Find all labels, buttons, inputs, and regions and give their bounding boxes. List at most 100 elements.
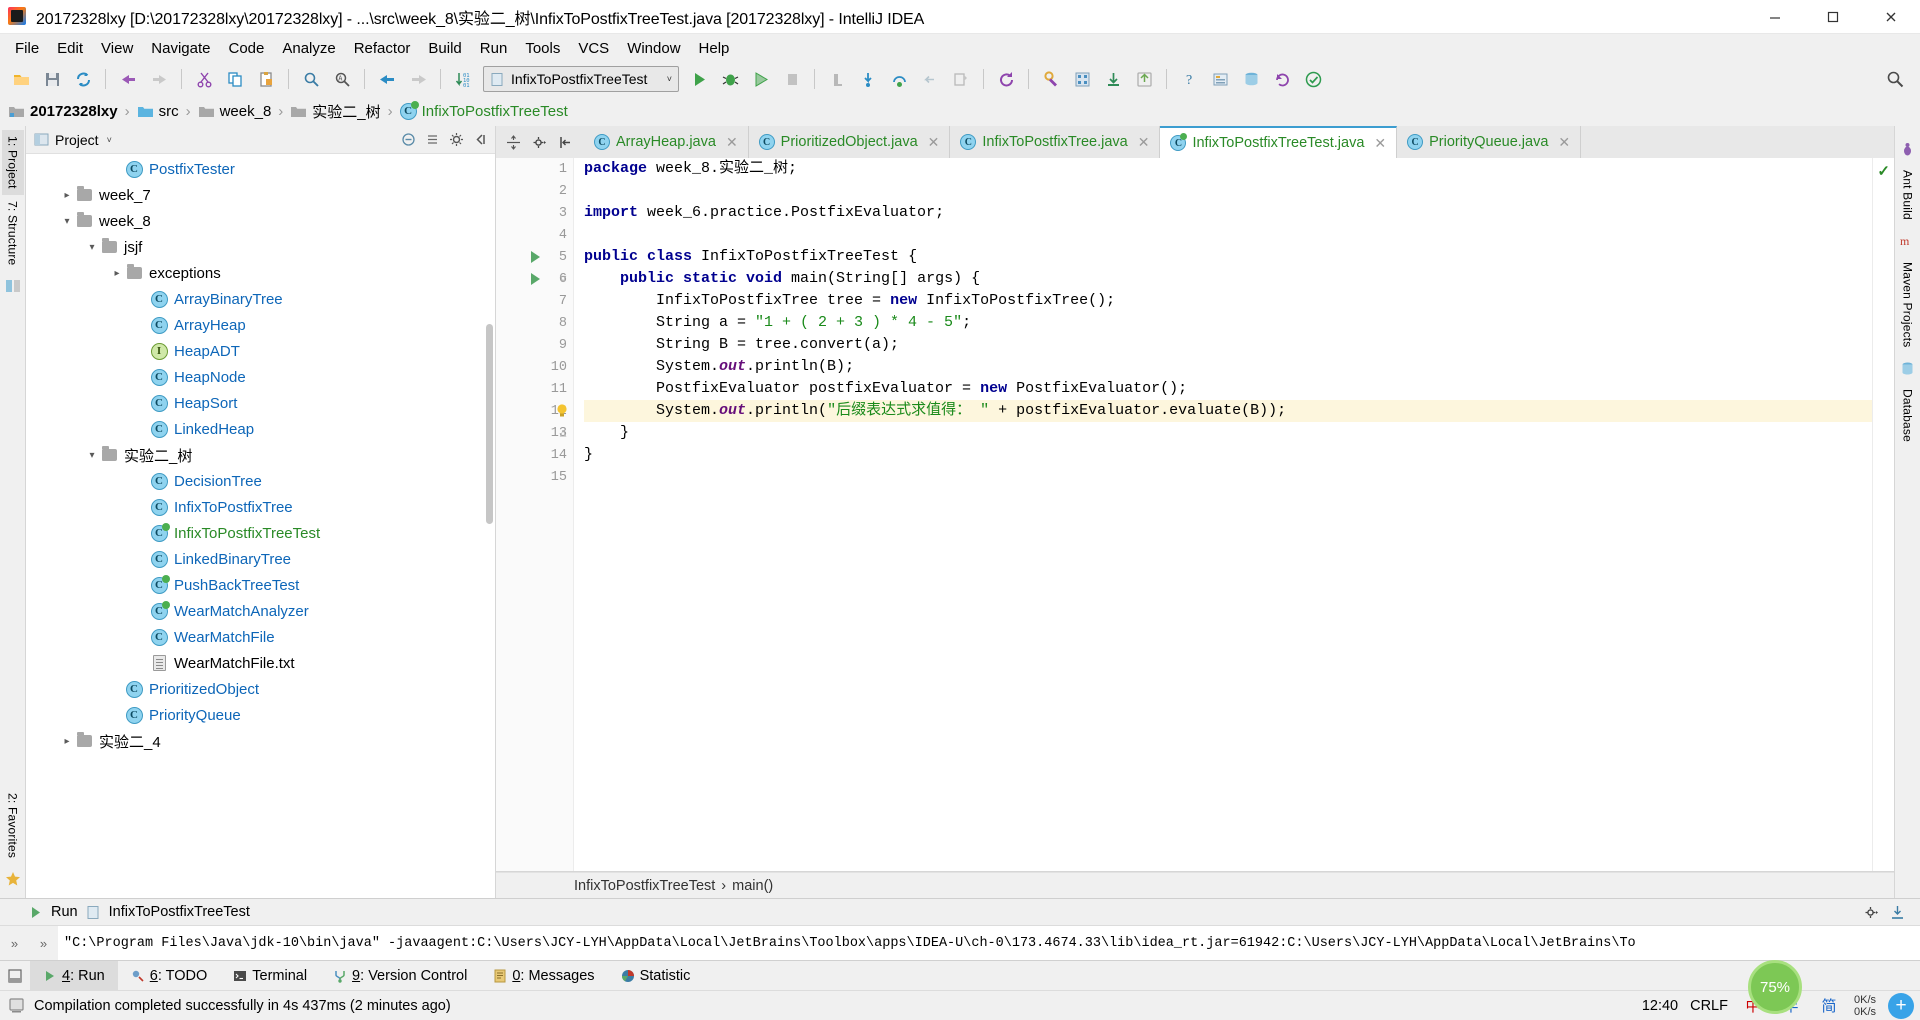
settings-icon[interactable] <box>1205 65 1235 93</box>
bottom-tab-version-control[interactable]: 9: Version Control <box>320 961 480 990</box>
close-icon[interactable]: ✕ <box>1558 134 1570 151</box>
tree-node[interactable]: WearMatchFile.txt <box>26 650 495 676</box>
rail-tab-structure[interactable]: 7: Structure <box>2 195 24 271</box>
tree-node[interactable]: C ArrayBinaryTree <box>26 286 495 312</box>
code-line[interactable]: System.out.println(B); <box>584 356 1894 378</box>
code-line[interactable]: public static void main(String[] args) { <box>584 268 1894 290</box>
menu-tools[interactable]: Tools <box>516 37 569 60</box>
menu-analyze[interactable]: Analyze <box>273 37 344 60</box>
coverage-icon[interactable] <box>746 65 776 93</box>
chevron-down-icon[interactable]: ▾ <box>84 447 100 463</box>
close-icon[interactable]: ✕ <box>726 134 738 151</box>
rail-tab-database[interactable]: Database <box>1897 383 1919 448</box>
editor-breadcrumb-class[interactable]: InfixToPostfixTreeTest <box>574 878 715 894</box>
chevron-down-icon[interactable]: ˅ <box>107 135 112 145</box>
rerun-icon[interactable] <box>991 65 1021 93</box>
expand-chevron-icon-2[interactable]: » <box>40 936 47 951</box>
menu-navigate[interactable]: Navigate <box>142 37 219 60</box>
code-fold-icon[interactable]: ▽ <box>556 268 570 290</box>
bottom-tab-run[interactable]: 4: Run <box>30 961 118 990</box>
code-line[interactable]: PostfixEvaluator postfixEvaluator = new … <box>584 378 1894 400</box>
chevron-down-icon[interactable]: ▾ <box>59 213 75 229</box>
code-editor[interactable]: 123456▽78910111213△1415 package week_8.实… <box>496 158 1894 872</box>
tree-node[interactable]: C WearMatchAnalyzer <box>26 598 495 624</box>
code-line[interactable] <box>584 224 1894 246</box>
tree-node[interactable]: C InfixToPostfixTree <box>26 494 495 520</box>
evaluate-icon[interactable] <box>946 65 976 93</box>
editor-tab[interactable]: C PrioritizedObject.java ✕ <box>748 126 951 158</box>
rail-tab-project[interactable]: 1: Project <box>1 130 24 195</box>
editor-settings-gear-icon[interactable] <box>528 131 550 153</box>
favorites-star-icon[interactable] <box>4 870 22 888</box>
editor-tab[interactable]: C InfixToPostfixTree.java ✕ <box>950 126 1161 158</box>
tree-node[interactable]: C HeapSort <box>26 390 495 416</box>
run-icon[interactable] <box>684 65 714 93</box>
bottom-tab-todo[interactable]: 6: TODO <box>118 961 221 990</box>
commander-icon[interactable] <box>4 277 22 295</box>
stop-icon[interactable] <box>777 65 807 93</box>
menu-edit[interactable]: Edit <box>48 37 92 60</box>
status-line-separator[interactable]: CRLF <box>1690 998 1728 1014</box>
copy-icon[interactable] <box>220 65 250 93</box>
tree-node[interactable]: C WearMatchFile <box>26 624 495 650</box>
forward-icon[interactable] <box>403 65 433 93</box>
tree-node[interactable]: ▾ week_8 <box>26 208 495 234</box>
breadcrumb-item-module[interactable]: 20172328lxy <box>8 103 122 120</box>
step-over-icon[interactable] <box>884 65 914 93</box>
sync-icon[interactable] <box>68 65 98 93</box>
run-panel-config-name[interactable]: InfixToPostfixTreeTest <box>109 904 250 920</box>
menu-window[interactable]: Window <box>618 37 689 60</box>
step-in-icon[interactable] <box>853 65 883 93</box>
code-line[interactable]: String a = "1 + ( 2 + 3 ) * 4 - 5"; <box>584 312 1894 334</box>
back-icon[interactable] <box>372 65 402 93</box>
code-line[interactable]: package week_8.实验二_树; <box>584 158 1894 180</box>
chevron-right-icon[interactable]: ▸ <box>109 265 125 281</box>
event-log-icon[interactable] <box>8 997 25 1014</box>
code-line[interactable]: } <box>584 444 1894 466</box>
menu-view[interactable]: View <box>92 37 142 60</box>
gutter-run-icon[interactable] <box>528 268 542 290</box>
chevron-down-icon[interactable]: ▾ <box>84 239 100 255</box>
menu-build[interactable]: Build <box>419 37 470 60</box>
undo-icon[interactable] <box>113 65 143 93</box>
close-button[interactable] <box>1862 0 1920 34</box>
menu-refactor[interactable]: Refactor <box>345 37 420 60</box>
settings-wrench-icon[interactable] <box>1036 65 1066 93</box>
run-settings-gear-icon[interactable] <box>1860 901 1882 923</box>
code-line[interactable]: public class InfixToPostfixTreeTest { <box>584 246 1894 268</box>
maven-icon[interactable]: m <box>1899 232 1917 250</box>
show-tool-windows-icon[interactable] <box>0 961 30 990</box>
tree-node[interactable]: C HeapNode <box>26 364 495 390</box>
rail-tab-maven-projects[interactable]: Maven Projects <box>1897 256 1919 354</box>
editor-breadcrumb-method[interactable]: main() <box>732 878 773 894</box>
split-editor-icon[interactable] <box>502 131 524 153</box>
ant-build-icon[interactable] <box>1899 140 1917 158</box>
code-line[interactable]: import week_6.practice.PostfixEvaluator; <box>584 202 1894 224</box>
editor-tab[interactable]: C ArrayHeap.java ✕ <box>584 126 749 158</box>
breadcrumb-item-class[interactable]: C InfixToPostfixTreeTest <box>399 100 572 120</box>
editor-marker-strip[interactable]: ✓ <box>1872 158 1894 871</box>
debug-icon[interactable] <box>715 65 745 93</box>
add-button[interactable]: + <box>1888 992 1914 1019</box>
step-out-icon[interactable] <box>915 65 945 93</box>
tree-node[interactable]: ▸ week_7 <box>26 182 495 208</box>
intention-bulb-icon[interactable] <box>554 400 570 422</box>
run-configuration-selector[interactable]: InfixToPostfixTreeTest ˅ <box>483 66 679 92</box>
menu-run[interactable]: Run <box>471 37 517 60</box>
paste-icon[interactable] <box>251 65 281 93</box>
chevron-right-icon[interactable]: ▸ <box>59 187 75 203</box>
settings-gear-icon[interactable] <box>445 129 467 151</box>
code-line[interactable]: String B = tree.convert(a); <box>584 334 1894 356</box>
tree-node[interactable]: C PostfixTester <box>26 156 495 182</box>
chevron-right-icon[interactable]: ▸ <box>59 733 75 749</box>
maximize-button[interactable] <box>1804 0 1862 34</box>
menu-help[interactable]: Help <box>690 37 739 60</box>
tree-node[interactable]: C ArrayHeap <box>26 312 495 338</box>
export-icon[interactable] <box>1886 901 1908 923</box>
rail-tab-favorites[interactable]: 2: Favorites <box>2 787 24 864</box>
code-line[interactable]: InfixToPostfixTree tree = new InfixToPos… <box>584 290 1894 312</box>
collapse-all-icon[interactable] <box>397 129 419 151</box>
expand-icon[interactable] <box>421 129 443 151</box>
tree-node[interactable]: C DecisionTree <box>26 468 495 494</box>
sort-icon[interactable]: 01 10 01 <box>448 65 478 93</box>
